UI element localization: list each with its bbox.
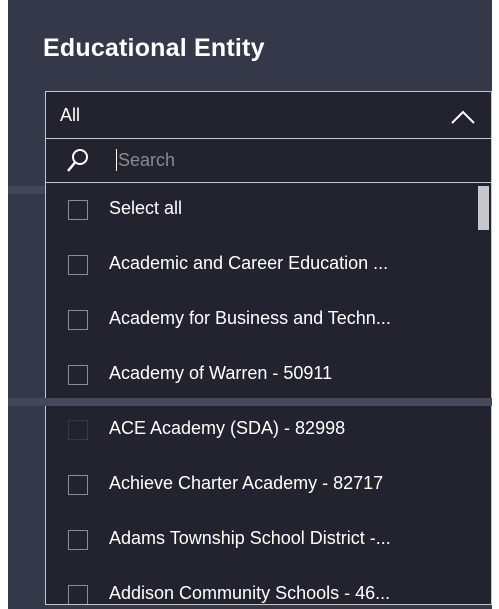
list-item-label: Academy of Warren - 50911 [109, 363, 333, 383]
list-item[interactable]: Adams Township School District -... [46, 513, 473, 568]
checkbox[interactable] [68, 475, 88, 495]
selected-value: All [60, 105, 81, 125]
list-item[interactable]: Academy of Warren - 50911 [46, 348, 473, 403]
list-item-label: Addison Community Schools - 46... [109, 583, 391, 603]
list-item[interactable]: Achieve Charter Academy - 82717 [46, 458, 473, 513]
option-list: Select all Academic and Career Education… [46, 183, 491, 604]
checkbox[interactable] [68, 200, 88, 220]
checkbox[interactable] [68, 365, 88, 385]
checkbox[interactable] [68, 530, 88, 550]
list-item[interactable]: Academy for Business and Techn... [46, 293, 473, 348]
entity-dropdown[interactable]: All Select all Academic and Career Educa… [45, 91, 492, 605]
slicer-title: Educational Entity [43, 34, 265, 62]
checkbox[interactable] [68, 255, 88, 275]
list-item[interactable]: Academic and Career Education ... [46, 238, 473, 293]
list-item-label: Select all [109, 198, 183, 218]
list-item-label: Academy for Business and Techn... [109, 308, 391, 328]
dropdown-header[interactable]: All [46, 92, 491, 139]
list-item[interactable]: ACE Academy (SDA) - 82998 [46, 403, 473, 458]
scrollbar-thumb[interactable] [478, 186, 489, 230]
search-row [46, 139, 491, 183]
search-icon [67, 149, 88, 172]
checkbox[interactable] [68, 585, 88, 604]
search-input[interactable] [114, 145, 418, 175]
list-item-label: ACE Academy (SDA) - 82998 [109, 418, 346, 438]
checkbox[interactable] [68, 310, 88, 330]
list-item-label: Achieve Charter Academy - 82717 [109, 473, 384, 493]
chevron-up-icon[interactable] [451, 110, 475, 124]
list-item-select-all[interactable]: Select all [46, 183, 473, 238]
checkbox[interactable] [68, 420, 88, 440]
slicer-panel: Educational Entity All Select all Acade [8, 0, 492, 609]
list-item[interactable]: Addison Community Schools - 46... [46, 568, 473, 604]
list-item-label: Academic and Career Education ... [109, 253, 389, 273]
list-item-label: Adams Township School District -... [109, 528, 391, 548]
